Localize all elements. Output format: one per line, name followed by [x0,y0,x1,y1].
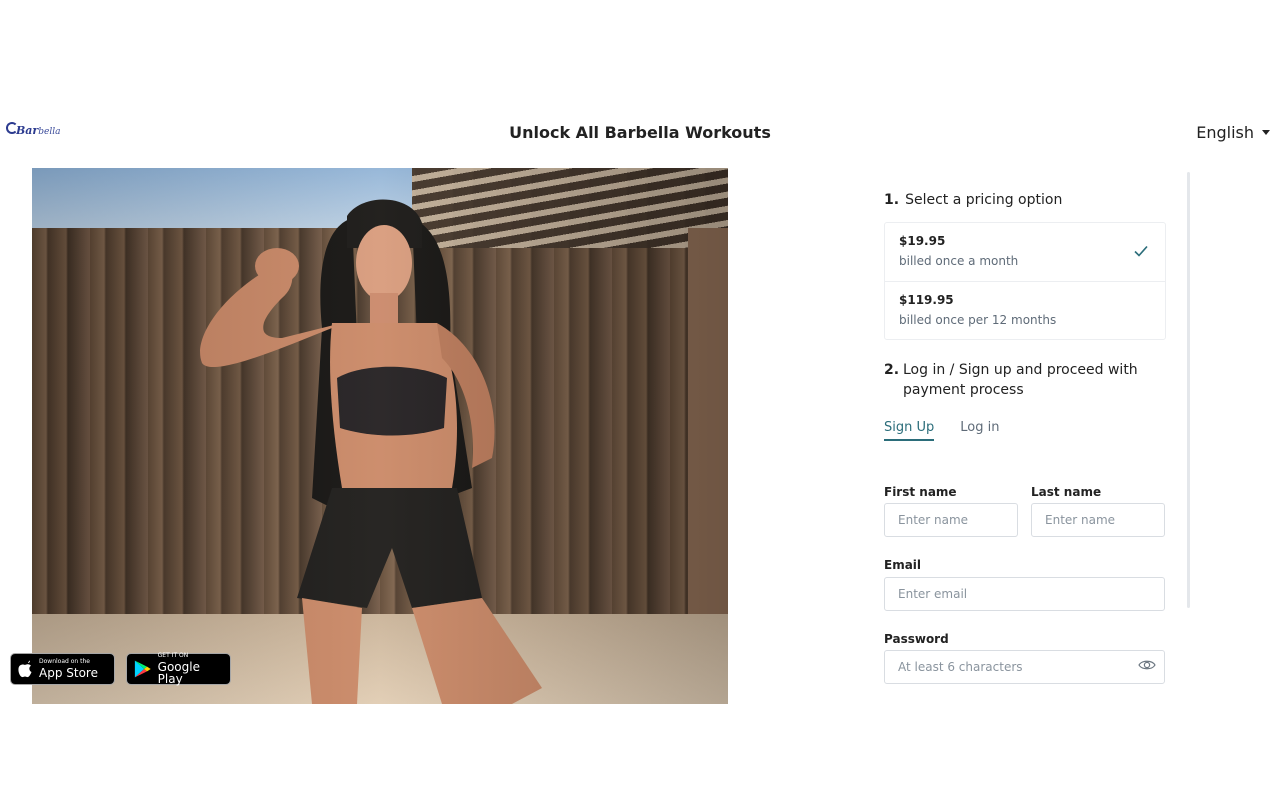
pricing-option-monthly[interactable]: $19.95 billed once a month [885,223,1165,281]
pricing-options: $19.95 billed once a month $119.95 bille… [884,222,1166,340]
google-play-icon [134,660,151,678]
auth-tabs: Sign Up Log in [884,420,999,441]
price-description: billed once per 12 months [899,313,1057,327]
app-store-small-text: Download on the [39,658,90,665]
google-play-small-text: GET IT ON [157,652,189,659]
step-1-heading: 1. Select a pricing option [884,190,1062,210]
email-field[interactable] [884,577,1165,611]
app-store-big-text: App Store [39,666,98,680]
photo-shading [32,168,728,704]
step-1-label: Select a pricing option [905,192,1063,208]
check-icon [1134,245,1148,257]
hero-photo [32,168,728,704]
page-title: Unlock All Barbella Workouts [509,123,771,142]
step-2-label: Log in / Sign up and proceed with paymen… [903,362,1138,398]
step-2-number: 2. [884,362,900,378]
tab-sign-up[interactable]: Sign Up [884,420,935,441]
password-field[interactable] [884,650,1165,684]
google-play-big-text: Google Play [157,660,200,686]
step-2-heading: 2. Log in / Sign up and proceed with pay… [884,360,1166,400]
chevron-down-icon [1262,130,1270,135]
last-name-label: Last name [1031,485,1102,499]
price-description: billed once a month [899,254,1019,268]
app-store-badge[interactable]: Download on the App Store [10,653,115,685]
apple-icon [18,660,32,678]
google-play-badge[interactable]: GET IT ON Google Play [126,653,231,685]
first-name-label: First name [884,485,957,499]
tab-log-in[interactable]: Log in [960,420,999,441]
price-value: $119.95 [899,293,954,307]
first-name-field[interactable] [884,503,1018,537]
last-name-field[interactable] [1031,503,1165,537]
email-label: Email [884,558,922,572]
language-label: English [1196,123,1254,142]
language-selector[interactable]: English [1196,123,1270,142]
step-1-number: 1. [884,192,900,208]
price-value: $19.95 [899,234,946,248]
password-label: Password [884,632,949,646]
pricing-option-yearly[interactable]: $119.95 billed once per 12 months [885,281,1165,339]
panel-scrollbar[interactable] [1187,172,1190,608]
eye-icon[interactable] [1138,658,1156,672]
